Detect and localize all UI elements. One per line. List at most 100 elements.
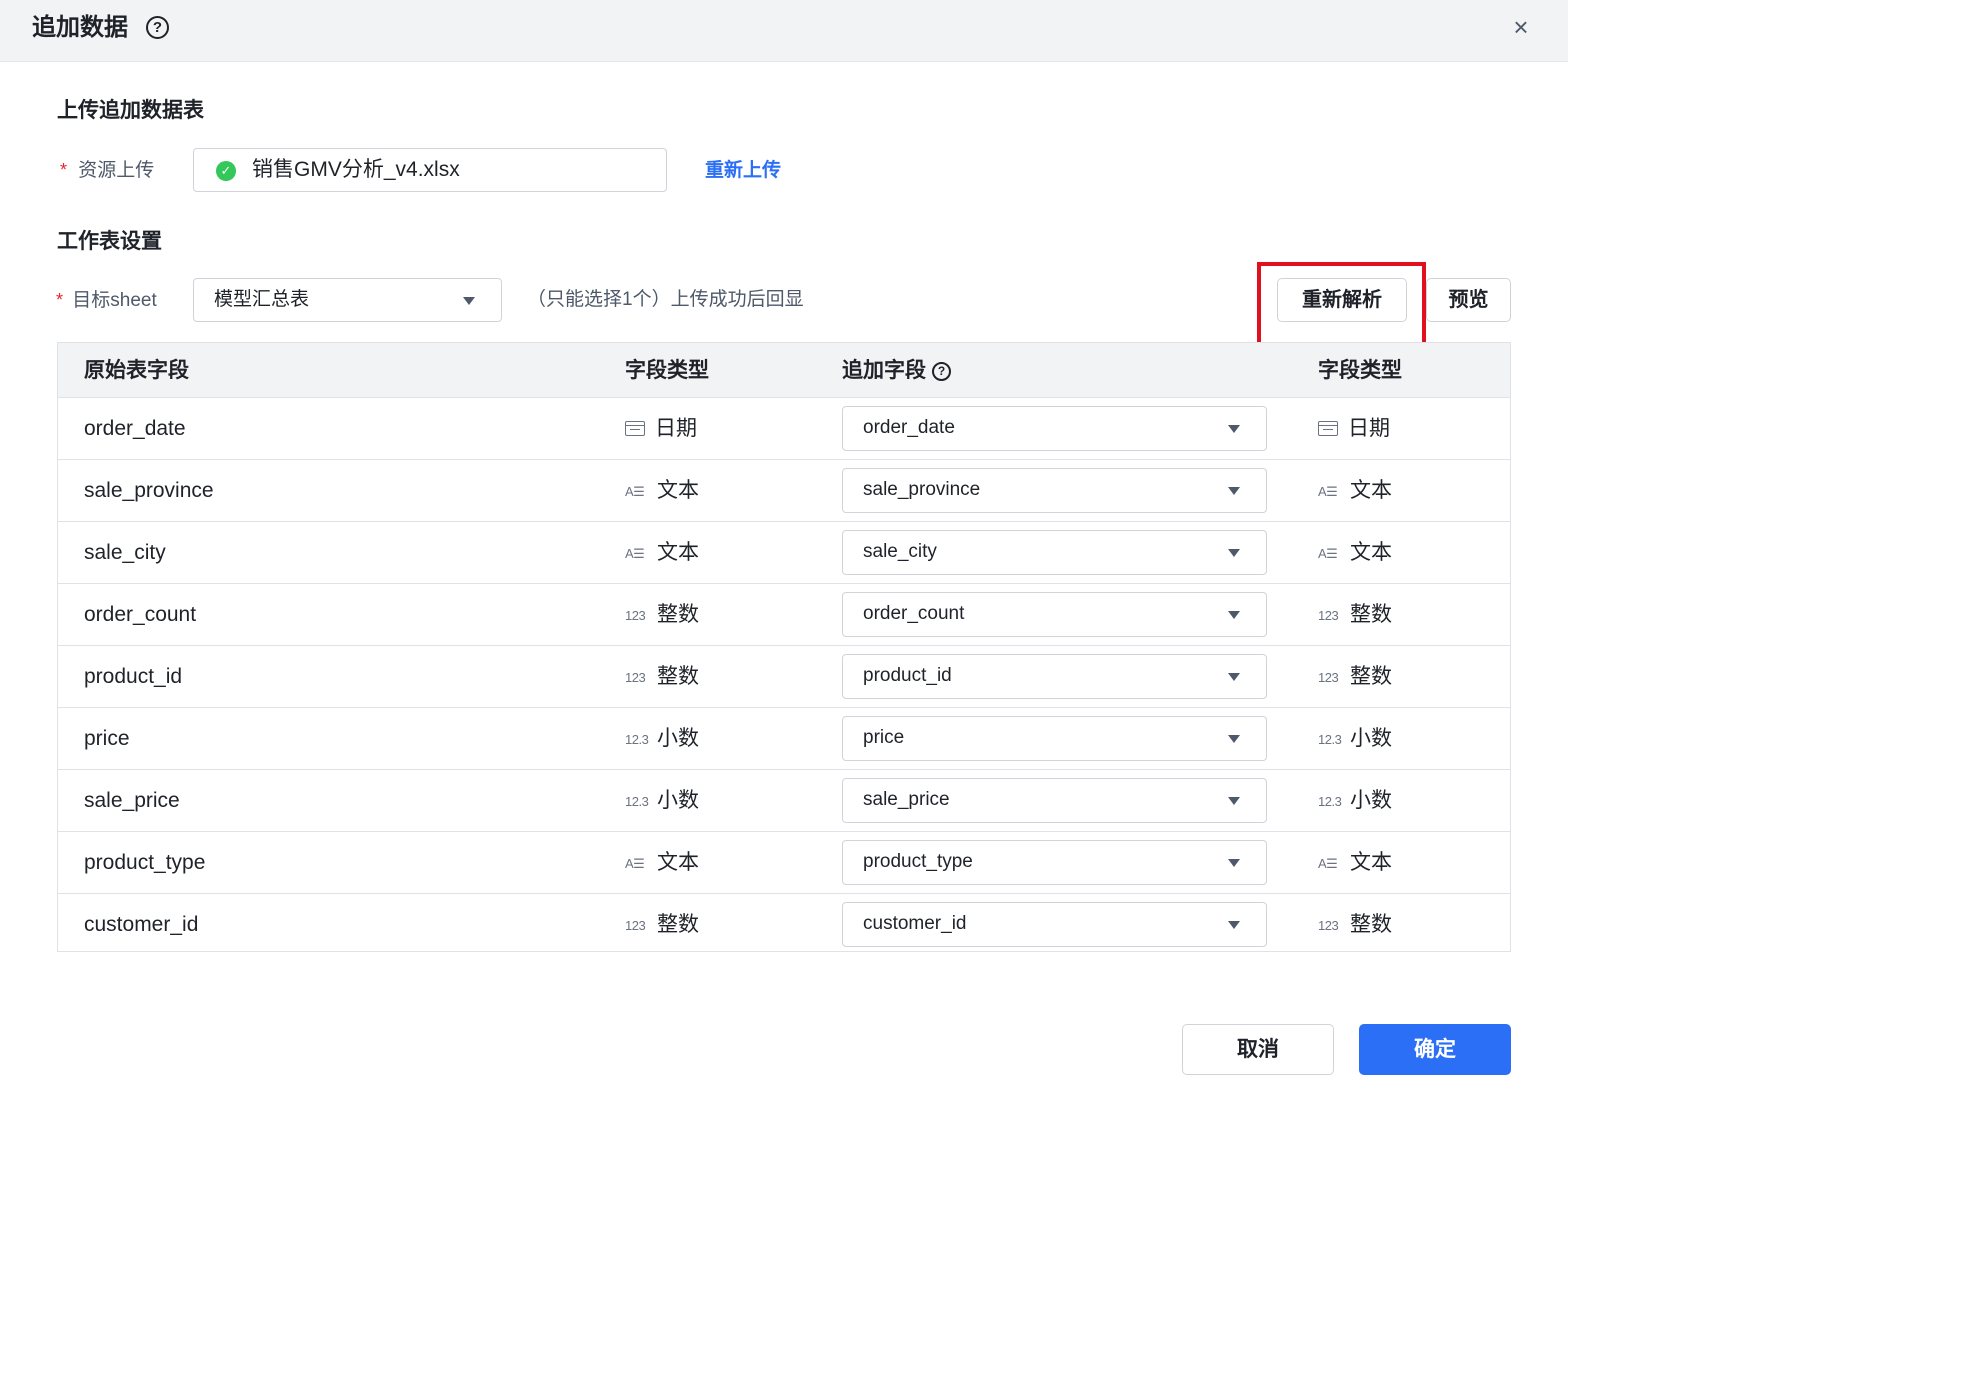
field-mapping-table: 原始表字段 字段类型 追加字段? 字段类型 order_date 日期 order_… <box>57 342 1511 952</box>
append-field-value: sale_price <box>863 789 950 810</box>
decimal-type-icon: 12.3 <box>1318 732 1342 747</box>
source-field-type: 123 整数 <box>625 894 699 956</box>
append-field-value: sale_city <box>863 541 937 562</box>
target-field-type: 12.3 小数 <box>1318 770 1392 832</box>
header-source-type: 字段类型 <box>625 359 709 382</box>
text-type-icon: A☰ <box>625 546 645 561</box>
source-field-type-label: 整数 <box>657 913 699 936</box>
target-field-type-label: 日期 <box>1348 417 1390 440</box>
append-field-select[interactable]: customer_id <box>842 902 1267 947</box>
source-field-name: customer_id <box>84 913 199 936</box>
text-type-icon: A☰ <box>1318 546 1338 561</box>
source-field-type-label: 小数 <box>657 727 699 750</box>
caret-down-icon <box>1228 425 1240 433</box>
source-field-type: 123 整数 <box>625 584 699 646</box>
reupload-link[interactable]: 重新上传 <box>705 158 781 184</box>
append-field-select[interactable]: product_type <box>842 840 1267 885</box>
caret-down-icon <box>1228 673 1240 681</box>
required-mark: * <box>56 290 64 310</box>
target-field-type: 123 整数 <box>1318 646 1392 708</box>
header-source-field: 原始表字段 <box>84 359 189 382</box>
sheet-section-title: 工作表设置 <box>57 230 162 253</box>
target-field-type: 12.3 小数 <box>1318 708 1392 770</box>
target-field-type: A☰ 文本 <box>1318 460 1392 522</box>
target-field-type-label: 文本 <box>1350 479 1392 502</box>
confirm-button[interactable]: 确定 <box>1359 1024 1511 1075</box>
text-type-icon: A☰ <box>1318 484 1338 499</box>
upload-section-title: 上传追加数据表 <box>57 99 204 122</box>
source-field-type-label: 文本 <box>657 541 699 564</box>
append-field-value: order_date <box>863 417 955 438</box>
target-field-type-label: 文本 <box>1350 541 1392 564</box>
uploaded-file-name: 销售GMV分析_v4.xlsx <box>252 158 460 181</box>
source-field-name: price <box>84 727 130 750</box>
decimal-type-icon: 12.3 <box>625 794 649 809</box>
resource-upload-text: 资源上传 <box>78 160 155 181</box>
source-field-type: 123 整数 <box>625 646 699 708</box>
source-field-type-label: 日期 <box>655 417 697 440</box>
source-field-name: product_type <box>84 851 206 874</box>
target-sheet-hint: （只能选择1个）上传成功后回显 <box>527 289 804 310</box>
caret-down-icon <box>1228 611 1240 619</box>
question-circle-icon[interactable]: ? <box>146 16 169 39</box>
target-field-type: 日期 <box>1318 398 1390 459</box>
append-field-value: product_type <box>863 851 973 872</box>
caret-down-icon <box>1228 921 1240 929</box>
integer-type-icon: 123 <box>1318 608 1339 623</box>
target-field-type-label: 整数 <box>1350 603 1392 626</box>
source-field-type-label: 整数 <box>657 603 699 626</box>
append-field-select[interactable]: sale_province <box>842 468 1267 513</box>
source-field-type: A☰ 文本 <box>625 832 699 894</box>
source-field-type: 12.3 小数 <box>625 708 699 770</box>
target-field-type-label: 整数 <box>1350 913 1392 936</box>
table-header: 原始表字段 字段类型 追加字段? 字段类型 <box>58 343 1510 398</box>
target-field-type-label: 小数 <box>1350 727 1392 750</box>
append-field-select[interactable]: price <box>842 716 1267 761</box>
target-sheet-value: 模型汇总表 <box>214 289 310 310</box>
table-row: price 12.3 小数 price 12.3 小数 <box>58 708 1510 770</box>
caret-down-icon <box>463 297 475 305</box>
text-type-icon: A☰ <box>625 856 645 871</box>
caret-down-icon <box>1228 487 1240 495</box>
source-field-type: 12.3 小数 <box>625 770 699 832</box>
reparse-button[interactable]: 重新解析 <box>1277 278 1407 322</box>
append-field-value: customer_id <box>863 913 967 934</box>
question-circle-icon[interactable]: ? <box>932 362 951 381</box>
caret-down-icon <box>1228 797 1240 805</box>
append-field-select[interactable]: product_id <box>842 654 1267 699</box>
integer-type-icon: 123 <box>1318 670 1339 685</box>
target-field-type-label: 文本 <box>1350 851 1392 874</box>
target-sheet-select[interactable]: 模型汇总表 <box>193 278 502 322</box>
table-row: order_date 日期 order_date 日期 <box>58 398 1510 460</box>
caret-down-icon <box>1228 859 1240 867</box>
table-row: customer_id 123 整数 customer_id 123 整数 <box>58 894 1510 956</box>
append-field-select[interactable]: order_date <box>842 406 1267 451</box>
source-field-type-label: 文本 <box>657 851 699 874</box>
dialog-title: 追加数据 <box>32 14 128 41</box>
append-field-value: product_id <box>863 665 952 686</box>
caret-down-icon <box>1228 549 1240 557</box>
append-field-select[interactable]: sale_city <box>842 530 1267 575</box>
preview-button[interactable]: 预览 <box>1426 278 1511 322</box>
append-field-value: price <box>863 727 905 748</box>
text-type-icon: A☰ <box>1318 856 1338 871</box>
source-field-name: order_count <box>84 603 197 626</box>
source-field-name: order_date <box>84 417 186 440</box>
append-field-select[interactable]: sale_price <box>842 778 1267 823</box>
caret-down-icon <box>1228 735 1240 743</box>
source-field-type-label: 小数 <box>657 789 699 812</box>
source-field-type: 日期 <box>625 398 697 459</box>
target-field-type: 123 整数 <box>1318 894 1392 956</box>
append-field-value: sale_province <box>863 479 981 500</box>
integer-type-icon: 123 <box>625 608 646 623</box>
uploaded-file-field[interactable]: ✓ 销售GMV分析_v4.xlsx <box>193 148 667 192</box>
target-field-type: 123 整数 <box>1318 584 1392 646</box>
source-field-type-label: 文本 <box>657 479 699 502</box>
integer-type-icon: 123 <box>625 918 646 933</box>
calendar-icon <box>1318 421 1338 436</box>
close-icon[interactable]: × <box>1508 14 1534 40</box>
cancel-button[interactable]: 取消 <box>1182 1024 1334 1075</box>
append-field-select[interactable]: order_count <box>842 592 1267 637</box>
source-field-name: product_id <box>84 665 183 688</box>
table-row: product_id 123 整数 product_id 123 整数 <box>58 646 1510 708</box>
